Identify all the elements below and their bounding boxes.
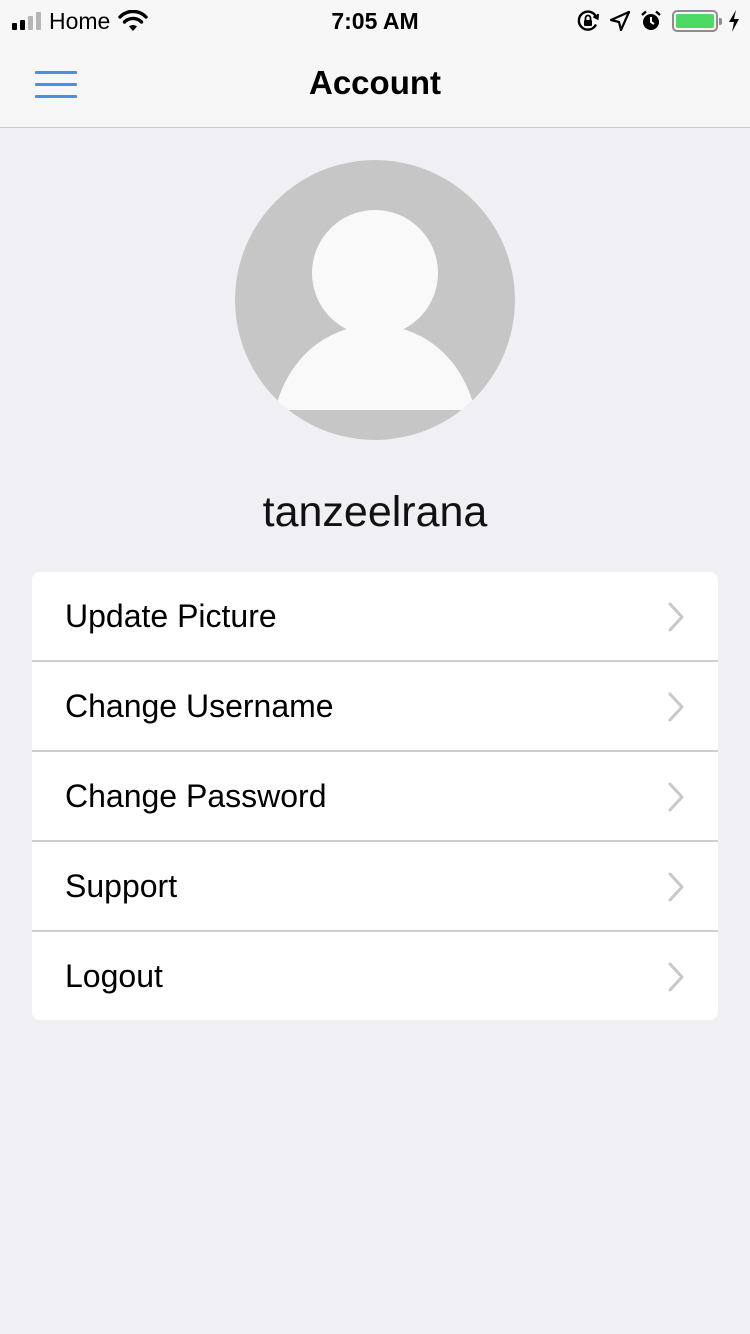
- rotation-lock-icon: [577, 10, 600, 31]
- page-title: Account: [309, 64, 441, 101]
- chevron-right-icon: [668, 872, 684, 902]
- nav-bar: Account: [0, 40, 750, 128]
- avatar[interactable]: [235, 160, 515, 440]
- menu-item-label: Logout: [65, 957, 163, 994]
- battery-cap: [719, 18, 722, 25]
- update-picture-item[interactable]: Update Picture: [32, 572, 718, 662]
- account-menu-list: Update Picture Change Username Change Pa…: [32, 572, 718, 1020]
- location-icon: [610, 11, 630, 31]
- status-bar: Home 7:05 AM: [0, 0, 750, 40]
- chevron-right-icon: [668, 962, 684, 992]
- change-password-item[interactable]: Change Password: [32, 752, 718, 842]
- battery-fill: [676, 14, 714, 28]
- menu-item-label: Change Username: [65, 687, 334, 724]
- chevron-right-icon: [668, 782, 684, 812]
- chevron-right-icon: [668, 692, 684, 722]
- charging-icon: [729, 10, 739, 32]
- change-username-item[interactable]: Change Username: [32, 662, 718, 752]
- chevron-right-icon: [668, 602, 684, 632]
- menu-item-label: Update Picture: [65, 597, 277, 634]
- logout-item[interactable]: Logout: [32, 932, 718, 1020]
- hamburger-menu-icon[interactable]: [30, 64, 82, 104]
- username: tanzeelrana: [262, 488, 488, 536]
- status-right: [576, 6, 740, 36]
- alarm-icon: [641, 10, 661, 30]
- menu-item-label: Support: [65, 867, 178, 904]
- menu-item-label: Change Password: [65, 777, 327, 814]
- battery-icon: [672, 10, 722, 32]
- default-avatar-icon: [235, 160, 515, 440]
- support-item[interactable]: Support: [32, 842, 718, 932]
